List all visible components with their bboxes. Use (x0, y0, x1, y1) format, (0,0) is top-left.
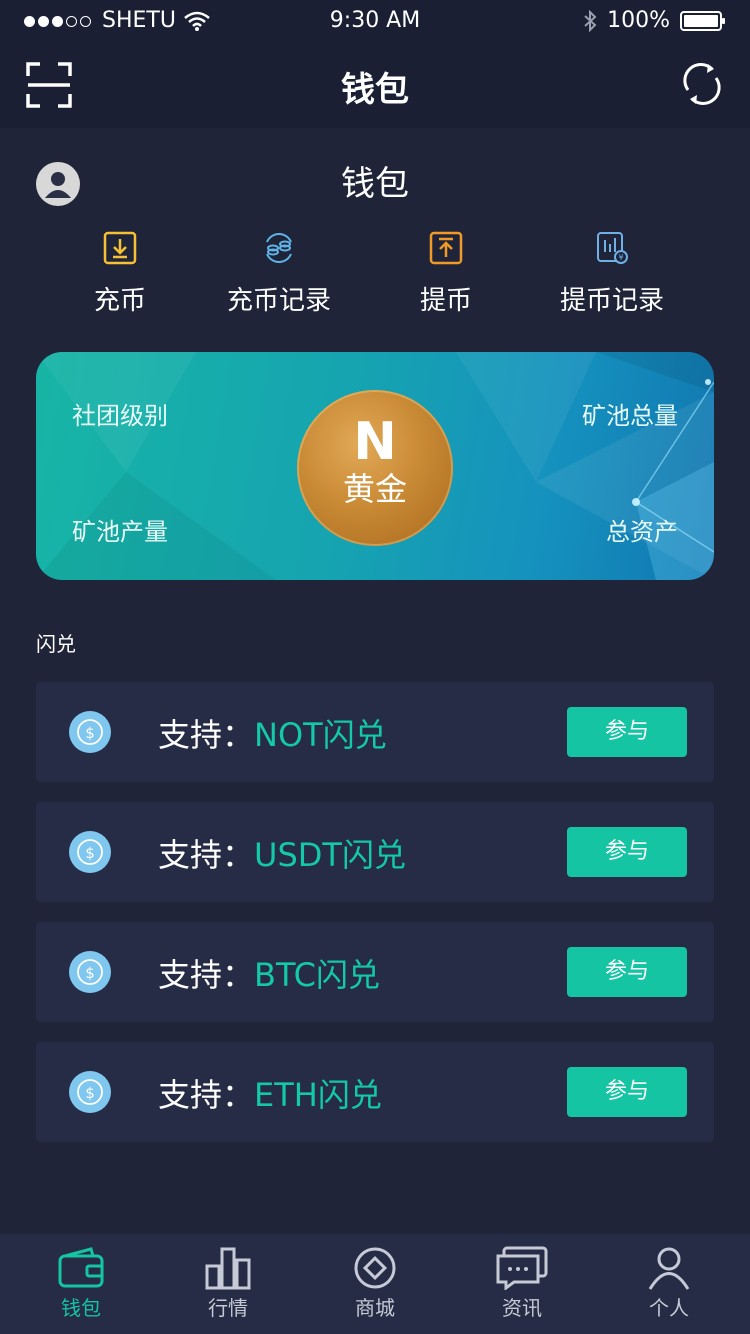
battery-percent: 100% (607, 8, 670, 33)
withdraw-icon (429, 231, 463, 265)
exchange-row-usdt: $ 支持：USDT闪兑 参与 (36, 802, 714, 902)
tab-shop[interactable]: 商城 (300, 1234, 450, 1334)
tab-label: 钱包 (61, 1296, 101, 1320)
exchange-row-not: $ 支持：NOT闪兑 参与 (36, 682, 714, 782)
exchange-coin: USDT闪兑 (254, 836, 406, 874)
exchange-prefix: 支持： (158, 956, 255, 994)
exchange-text: 支持：USDT闪兑 (158, 830, 406, 876)
level-card: 社团级别 矿池总量 矿池产量 总资产 N 黄金 (36, 352, 714, 580)
exchange-row-btc: $ 支持：BTC闪兑 参与 (36, 922, 714, 1022)
tab-profile[interactable]: 个人 (594, 1234, 744, 1334)
tab-market[interactable]: 行情 (153, 1234, 303, 1334)
action-label: 充币 (93, 286, 146, 316)
exchange-prefix: 支持： (158, 1076, 255, 1114)
coin-icon: $ (69, 951, 111, 993)
exchange-text: 支持：ETH闪兑 (158, 1070, 382, 1116)
join-button[interactable]: 参与 (567, 707, 687, 757)
coin-icon: $ (69, 1071, 111, 1113)
shop-icon (354, 1247, 396, 1289)
withdraw-record-icon: ¥ (597, 232, 628, 264)
exchange-coin: ETH闪兑 (254, 1076, 382, 1114)
message-icon (496, 1246, 548, 1290)
tab-label: 资讯 (502, 1296, 542, 1320)
coin-icon: $ (69, 831, 111, 873)
chart-icon (205, 1247, 251, 1290)
tab-wallet[interactable]: 钱包 (6, 1234, 156, 1334)
exchange-text: 支持：BTC闪兑 (158, 950, 380, 996)
status-bar: SHETU 9:30 AM 100% (0, 0, 750, 40)
action-withdraw[interactable]: 提币 (356, 230, 536, 317)
svg-text:$: $ (85, 844, 95, 862)
section-title: 闪兑 (36, 632, 76, 656)
nav-bar: 钱包 (0, 40, 750, 128)
tab-label: 行情 (208, 1296, 248, 1320)
refresh-icon[interactable] (678, 60, 726, 108)
bluetooth-icon (584, 9, 597, 32)
pool-total-label: 矿池总量 (582, 402, 678, 430)
deposit-record-icon (266, 233, 292, 263)
battery-icon (680, 10, 725, 31)
join-button[interactable]: 参与 (567, 827, 687, 877)
deposit-icon (103, 231, 137, 265)
tab-label: 个人 (649, 1296, 689, 1320)
club-level-label: 社团级别 (72, 402, 168, 430)
action-label: 提币记录 (559, 286, 664, 316)
tab-news[interactable]: 资讯 (447, 1234, 597, 1334)
pool-output-label: 矿池产量 (72, 518, 168, 546)
exchange-prefix: 支持： (158, 716, 255, 754)
action-deposit-record[interactable]: 充币记录 (189, 230, 369, 317)
wallet-icon (58, 1247, 104, 1288)
action-deposit[interactable]: 充币 (30, 230, 210, 317)
svg-text:¥: ¥ (618, 253, 623, 262)
coin-icon: $ (69, 711, 111, 753)
wallet-header-title: 钱包 (341, 164, 409, 204)
exchange-text: 支持：NOT闪兑 (158, 710, 387, 756)
join-button[interactable]: 参与 (567, 947, 687, 997)
tab-label: 商城 (355, 1296, 395, 1320)
person-icon (648, 1247, 690, 1290)
svg-text:$: $ (85, 1084, 95, 1102)
svg-text:$: $ (85, 964, 95, 982)
medal-label: 黄金 (342, 470, 407, 508)
join-button[interactable]: 参与 (567, 1067, 687, 1117)
action-label: 提币 (419, 286, 472, 316)
gold-medal: N 黄金 (297, 390, 453, 546)
action-label: 充币记录 (226, 286, 331, 316)
page-title: 钱包 (341, 70, 409, 110)
total-assets-label: 总资产 (606, 518, 678, 546)
exchange-prefix: 支持： (158, 836, 255, 874)
exchange-row-eth: $ 支持：ETH闪兑 参与 (36, 1042, 714, 1142)
status-right: 100% (583, 8, 726, 33)
tab-bar: 钱包 行情 商城 资讯 个人 (0, 1234, 750, 1334)
medal-letter: N (353, 412, 397, 472)
action-withdraw-record[interactable]: ¥ 提币记录 (522, 230, 702, 317)
svg-text:$: $ (85, 724, 95, 742)
exchange-coin: BTC闪兑 (254, 956, 380, 994)
exchange-coin: NOT闪兑 (254, 716, 387, 754)
